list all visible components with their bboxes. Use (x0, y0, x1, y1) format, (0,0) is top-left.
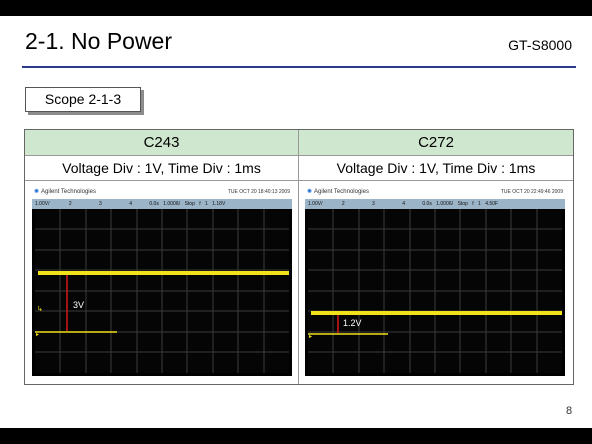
scope-grid (308, 209, 562, 373)
status-field: 1 (478, 201, 481, 207)
status-field: 1.00V/ (35, 201, 50, 207)
scope-timestamp: TUE OCT 20 22:49:46 2009 (500, 189, 563, 195)
bottom-bar (0, 428, 592, 444)
status-field: 1 (205, 201, 208, 207)
scope-screen: ↳ ▸ 3V (35, 209, 289, 373)
scope-label: Scope 2-1-3 (44, 91, 122, 107)
status-field: 0.0s (149, 201, 159, 207)
voltage-annotation: 1.2V (343, 318, 362, 328)
status-field: f (199, 201, 201, 207)
status-field: 1.18V (212, 201, 226, 207)
scope-capture-c243: ✺ Agilent Technologies TUE OCT 20 18:40:1… (32, 186, 292, 376)
top-bar (0, 0, 592, 16)
scope-header: ✺ Agilent Technologies TUE OCT 20 18:40:1… (32, 186, 292, 199)
channel-marker-icon: ↳ (37, 305, 43, 313)
status-field: 2 (68, 201, 72, 207)
status-field: 4.50F (485, 201, 499, 207)
scope-brand: Agilent Technologies (314, 189, 369, 195)
model-name: GT-S8000 (508, 37, 572, 53)
status-field: 1.000ß/ (163, 201, 181, 207)
title-rule (22, 66, 576, 68)
status-field: 1.00V/ (308, 201, 323, 207)
scope-header: ✺ Agilent Technologies TUE OCT 20 22:49:4… (305, 186, 565, 199)
status-field: Stop (184, 201, 195, 207)
settings-c243: Voltage Div : 1V, Time Div : 1ms (62, 160, 261, 176)
scope-waveform: ▸ (308, 209, 562, 373)
slide-title: 2-1. No Power (25, 28, 173, 54)
column-divider (298, 130, 299, 384)
ground-marker-icon: ▸ (309, 334, 312, 340)
column-header-c243: C243 (25, 130, 298, 155)
agilent-logo: ✺ Agilent Technologies (34, 187, 96, 198)
scope-brand: Agilent Technologies (41, 189, 96, 195)
comparison-table: C243 C272 Voltage Div : 1V, Time Div : 1… (24, 129, 574, 385)
scope-waveform: ↳ ▸ (35, 209, 289, 373)
status-field: 3 (372, 201, 375, 207)
agilent-star-icon: ✺ (34, 189, 40, 195)
agilent-logo: ✺ Agilent Technologies (307, 187, 369, 198)
status-field: 4 (402, 201, 405, 207)
agilent-star-icon: ✺ (307, 189, 313, 195)
status-field: 0.0s (422, 201, 432, 207)
status-field: f (472, 201, 474, 207)
status-field: 3 (99, 201, 102, 207)
status-field: 4 (129, 201, 132, 207)
voltage-annotation: 3V (73, 300, 85, 310)
settings-c272: Voltage Div : 1V, Time Div : 1ms (336, 160, 536, 176)
scope-status-bar: 1.00V/ 2 3 4 0.0s 1.000ß/ Stop f 1 4.50F (305, 199, 565, 209)
scope-timestamp: TUE OCT 20 18:40:13 2009 (227, 189, 290, 195)
status-field: 2 (341, 201, 345, 207)
scope-screen: ▸ 1.2V (308, 209, 562, 373)
scope-grid (35, 209, 289, 373)
scope-capture-c272: ✺ Agilent Technologies TUE OCT 20 22:49:4… (305, 186, 565, 376)
page-number: 8 (566, 405, 573, 417)
scope-status-bar: 1.00V/ 2 3 4 0.0s 1.000ß/ Stop f 1 1.18V (32, 199, 292, 209)
scope-label-box: Scope 2-1-3 (25, 87, 141, 112)
status-field: Stop (457, 201, 468, 207)
settings-divider (25, 180, 573, 181)
ground-marker-icon: ▸ (36, 332, 39, 338)
column-header-c272: C272 (299, 130, 573, 155)
status-field: 1.000ß/ (436, 201, 454, 207)
